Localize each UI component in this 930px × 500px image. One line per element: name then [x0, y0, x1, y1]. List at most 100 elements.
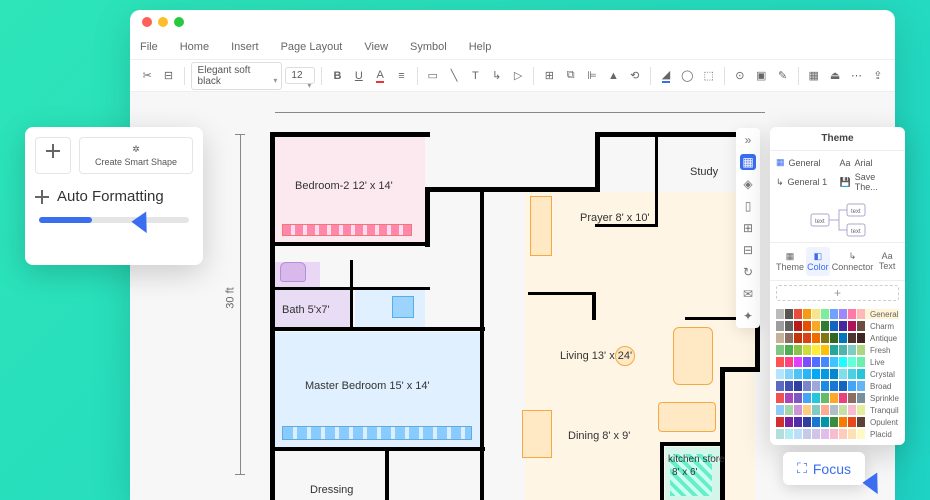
color-swatch[interactable] [848, 333, 856, 343]
color-swatch[interactable] [821, 357, 829, 367]
tab-theme[interactable]: ▦Theme [776, 247, 804, 276]
color-swatch[interactable] [776, 381, 784, 391]
color-swatch[interactable] [785, 369, 793, 379]
color-swatch[interactable] [839, 321, 847, 331]
color-swatch[interactable] [776, 333, 784, 343]
color-swatch[interactable] [785, 393, 793, 403]
color-scheme-row[interactable]: Sprinkle [776, 393, 899, 403]
color-swatch[interactable] [857, 429, 865, 439]
color-swatch[interactable] [839, 381, 847, 391]
color-swatch[interactable] [848, 381, 856, 391]
color-swatch[interactable] [848, 393, 856, 403]
color-scheme-row[interactable]: Placid [776, 429, 899, 439]
color-swatch[interactable] [794, 369, 802, 379]
color-swatch[interactable] [839, 333, 847, 343]
color-swatch[interactable] [794, 309, 802, 319]
color-swatch[interactable] [803, 369, 811, 379]
color-swatch[interactable] [830, 417, 838, 427]
color-swatch[interactable] [776, 369, 784, 379]
color-swatch[interactable] [857, 333, 865, 343]
theme-opt-font[interactable]: AaArial [840, 157, 900, 168]
color-swatch[interactable] [812, 321, 820, 331]
color-swatch[interactable] [812, 357, 820, 367]
color-scheme-row[interactable]: Broad [776, 381, 899, 391]
color-swatch[interactable] [794, 405, 802, 415]
layers-icon[interactable]: ⧉ [562, 65, 580, 87]
color-swatch[interactable] [794, 321, 802, 331]
color-swatch[interactable] [794, 393, 802, 403]
color-swatch[interactable] [785, 381, 793, 391]
color-scheme-row[interactable]: Live [776, 357, 899, 367]
grid-icon[interactable]: ▦ [740, 154, 756, 170]
color-swatch[interactable] [812, 429, 820, 439]
color-swatch[interactable] [830, 369, 838, 379]
color-swatch[interactable] [821, 393, 829, 403]
color-swatch[interactable] [803, 345, 811, 355]
expand-icon[interactable]: » [740, 132, 756, 148]
history-icon[interactable]: ↻ [740, 264, 756, 280]
color-swatch[interactable] [839, 369, 847, 379]
copy-icon[interactable]: ⊟ [159, 65, 177, 87]
ai-sparkle-button[interactable] [35, 137, 71, 174]
color-swatch[interactable] [776, 321, 784, 331]
color-swatch[interactable] [821, 309, 829, 319]
crop-icon[interactable]: ⬚ [699, 65, 717, 87]
auto-formatting-row[interactable]: Auto Formatting [35, 188, 193, 205]
color-swatch[interactable] [830, 357, 838, 367]
color-swatch[interactable] [794, 333, 802, 343]
align-icon[interactable]: ≡ [392, 65, 410, 87]
ruler-icon[interactable]: ⊟ [740, 242, 756, 258]
maximize-dot[interactable] [174, 17, 184, 27]
color-swatch[interactable] [821, 381, 829, 391]
color-swatch[interactable] [812, 381, 820, 391]
pointer-icon[interactable]: ▷ [509, 65, 527, 87]
shape-icon[interactable]: ▭ [424, 65, 442, 87]
color-swatch[interactable] [776, 393, 784, 403]
color-swatch[interactable] [785, 357, 793, 367]
connector-icon[interactable]: ↳ [488, 65, 506, 87]
color-swatch[interactable] [794, 429, 802, 439]
theme-opt-save[interactable]: 💾Save The... [840, 172, 900, 192]
color-swatch[interactable] [803, 405, 811, 415]
sheet-icon[interactable]: ⊞ [740, 220, 756, 236]
menu-insert[interactable]: Insert [231, 41, 259, 53]
focus-button[interactable]: ⛶ Focus [783, 452, 865, 485]
color-swatch[interactable] [848, 357, 856, 367]
color-swatch[interactable] [821, 321, 829, 331]
size-select[interactable]: 12 [285, 67, 315, 84]
color-scheme-row[interactable]: Antique [776, 333, 899, 343]
color-swatch[interactable] [830, 309, 838, 319]
color-swatch[interactable] [830, 429, 838, 439]
color-swatch[interactable] [848, 369, 856, 379]
color-swatch[interactable] [839, 405, 847, 415]
color-swatch[interactable] [803, 309, 811, 319]
font-color-icon[interactable]: A [371, 65, 389, 87]
color-swatch[interactable] [812, 333, 820, 343]
color-swatch[interactable] [821, 405, 829, 415]
tab-text[interactable]: AaText [875, 247, 899, 276]
color-swatch[interactable] [848, 405, 856, 415]
color-swatch[interactable] [812, 309, 820, 319]
color-swatch[interactable] [785, 429, 793, 439]
format-slider[interactable] [39, 217, 189, 223]
color-swatch[interactable] [776, 405, 784, 415]
color-swatch[interactable] [857, 393, 865, 403]
color-swatch[interactable] [776, 429, 784, 439]
font-select[interactable]: Elegant soft black [191, 62, 283, 90]
fill-icon[interactable]: ◢ [657, 65, 675, 87]
color-swatch[interactable] [785, 309, 793, 319]
add-scheme-button[interactable]: + [776, 285, 899, 301]
color-swatch[interactable] [776, 417, 784, 427]
color-swatch[interactable] [794, 381, 802, 391]
color-swatch[interactable] [848, 429, 856, 439]
cut-icon[interactable]: ✂ [138, 65, 156, 87]
color-swatch[interactable] [803, 333, 811, 343]
color-swatch[interactable] [848, 345, 856, 355]
color-swatch[interactable] [857, 405, 865, 415]
menu-home[interactable]: Home [180, 41, 209, 53]
search-icon[interactable]: ⊙ [731, 65, 749, 87]
color-swatch[interactable] [812, 393, 820, 403]
color-swatch[interactable] [785, 417, 793, 427]
color-scheme-row[interactable]: Crystal [776, 369, 899, 379]
color-swatch[interactable] [803, 381, 811, 391]
